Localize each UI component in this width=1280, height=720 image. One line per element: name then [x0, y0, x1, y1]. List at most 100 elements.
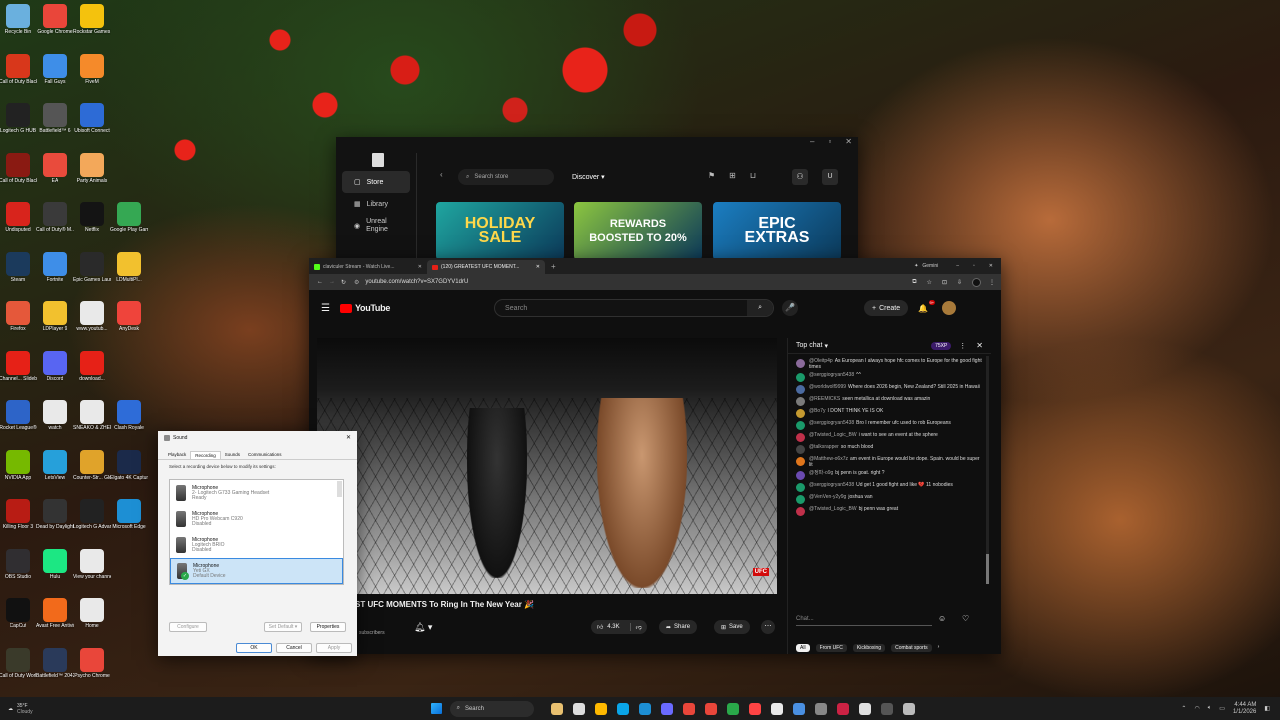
chat-avatar[interactable]	[796, 359, 805, 368]
user-avatar[interactable]: U	[822, 169, 838, 185]
rewards-tile[interactable]: REWARDS BOOSTED TO 20%	[574, 202, 702, 260]
desktop-icon[interactable]: Logitech G HUB	[0, 103, 36, 134]
taskbar-app-icon[interactable]	[836, 702, 849, 715]
desktop-icon[interactable]: Rockstar Games ...	[73, 4, 111, 35]
taskbar-app-icon[interactable]	[792, 702, 805, 715]
desktop-icon[interactable]: Call of Duty World at War	[0, 647, 37, 679]
tab-playback[interactable]: Playback	[164, 451, 190, 459]
extensions-icon[interactable]: ⊡	[942, 279, 947, 286]
desktop-icon[interactable]: watch	[37, 400, 73, 431]
notifications-icon[interactable]: 🔔 9+	[918, 299, 936, 313]
taskbar-app-icon[interactable]	[880, 702, 893, 715]
notify-bell-icon[interactable]: 🔔︎ ▾	[414, 622, 432, 633]
desktop-icon[interactable]: SNEAKO & ZHERKA FI...	[73, 400, 111, 431]
taskbar-app-icon[interactable]	[616, 702, 629, 715]
chevron-right-icon[interactable]: ›	[938, 644, 940, 652]
desktop-icon[interactable]: Home	[74, 598, 110, 629]
desktop-icon[interactable]: Recycle Bin	[0, 4, 36, 35]
desktop-icon[interactable]: Undisputed	[0, 202, 36, 233]
taskbar-app-icon[interactable]	[682, 702, 695, 715]
chat-avatar[interactable]	[796, 471, 805, 480]
chat-author[interactable]: @Bo7y	[809, 408, 825, 414]
desktop-icon[interactable]: Battlefield™ 2042	[36, 647, 74, 679]
taskbar-app-icon[interactable]	[550, 702, 563, 715]
download-icon[interactable]: ⇩	[957, 279, 962, 286]
chat-author[interactable]: @serggiogryan5438	[809, 482, 854, 488]
desktop-icon[interactable]: Discord	[37, 350, 73, 382]
sidebar-item-store[interactable]: ▢ Store	[342, 171, 410, 193]
chip-from-ufc[interactable]: From UFC	[815, 644, 847, 652]
back-icon[interactable]: ←	[317, 279, 323, 285]
tab-recording[interactable]: Recording	[190, 451, 221, 459]
desktop-icon[interactable]: Logitech G Advanced...	[73, 499, 111, 530]
chat-author[interactable]: @VenVen-y2y9g	[809, 494, 846, 500]
epic-extras-tile[interactable]: EPIC EXTRAS	[713, 202, 841, 260]
chat-avatar[interactable]	[796, 373, 805, 382]
chat-menu-icon[interactable]: ⋮	[959, 342, 966, 350]
notification-center-icon[interactable]: ◧	[1264, 705, 1270, 712]
holiday-sale-tile[interactable]: HOLIDAY SALE	[436, 202, 564, 260]
chat-author[interactable]: @worldwolf9999	[809, 384, 846, 390]
profile-avatar[interactable]	[972, 277, 981, 287]
top-chat-dropdown[interactable]: Top chat	[796, 342, 822, 349]
desktop-icon[interactable]: Avast Free Antivirus	[36, 598, 74, 629]
chevron-down-icon[interactable]: ▾	[824, 342, 828, 350]
desktop-icon[interactable]: Epic Games Launcher	[73, 251, 111, 283]
close-tab-icon[interactable]: ✕	[418, 264, 422, 270]
new-tab-icon[interactable]: +	[551, 262, 556, 271]
bookmark-star-icon[interactable]: ☆	[927, 279, 932, 286]
taskbar-search[interactable]: ⌕ Search	[449, 700, 534, 717]
taskbar-app-icon[interactable]	[748, 702, 761, 715]
desktop-icon[interactable]: Call of Duty Black Ops...	[0, 53, 37, 85]
volume-icon[interactable]: 🔈︎	[1208, 705, 1212, 712]
desktop-icon[interactable]: download...	[74, 350, 110, 382]
desktop-icon[interactable]: Killing Floor 3	[0, 499, 36, 530]
set-default-button[interactable]: Set Default ▾	[264, 622, 302, 632]
share-button[interactable]: ➦ Share	[659, 620, 698, 634]
close-icon[interactable]: ✕	[845, 137, 852, 151]
chat-author[interactable]: @Twisted_Logic_BW	[809, 432, 857, 438]
chip-all[interactable]: All	[796, 644, 810, 652]
chevron-up-icon[interactable]: ⌃	[1181, 705, 1186, 712]
configure-button[interactable]: Configure	[169, 622, 207, 632]
desktop-icon[interactable]: CapCut	[0, 598, 36, 629]
heart-icon[interactable]: ♡	[962, 614, 969, 623]
properties-button[interactable]: Properties	[310, 622, 346, 632]
chat-avatar[interactable]	[796, 421, 805, 430]
minimize-icon[interactable]: –	[956, 263, 959, 269]
list-scrollbar[interactable]	[337, 481, 342, 497]
device-row[interactable]: Microphone 2- Logitech G733 Gaming Headse…	[170, 480, 343, 506]
desktop-icon[interactable]: Hulu	[37, 548, 73, 580]
desktop-icon[interactable]: Netflix	[74, 202, 110, 233]
emoji-icon[interactable]: ☺	[938, 614, 946, 623]
tab-communications[interactable]: Communications	[244, 451, 286, 459]
desktop-icon[interactable]: LDMultiPl...	[111, 251, 147, 283]
chat-input[interactable]: Chat...	[796, 612, 932, 626]
xp-badge[interactable]: 75XP	[931, 341, 952, 350]
desktop-icon[interactable]: Elgato 4K Capture...	[110, 449, 148, 481]
taskbar-app-icon[interactable]	[638, 702, 651, 715]
device-row[interactable]: ✓ Microphone Yeti GX Default Device	[170, 558, 343, 584]
desktop-icon[interactable]: LDPlayer 9	[37, 301, 73, 332]
hamburger-menu-icon[interactable]: ☰	[321, 303, 330, 314]
tab-kick[interactable]: claviculer Stream - Watch Live... ✕	[309, 260, 427, 274]
cancel-button[interactable]: Cancel	[276, 643, 312, 653]
account-avatar[interactable]	[942, 301, 957, 315]
desktop-icon[interactable]: Microsoft Edge	[111, 499, 147, 530]
like-button[interactable]: 👍︎ 4.3K 👎︎	[591, 620, 647, 634]
chat-avatar[interactable]	[796, 409, 805, 418]
desktop-icon[interactable]: Fall Guys	[37, 53, 73, 85]
desktop-icon[interactable]: EA	[37, 152, 73, 184]
apply-button[interactable]: Apply	[316, 643, 352, 653]
chat-avatar[interactable]	[796, 433, 805, 442]
chat-author[interactable]: @serggiogryan5438	[809, 420, 854, 426]
discover-menu[interactable]: Discover ▾	[572, 173, 605, 181]
youtube-logo-icon[interactable]	[339, 303, 352, 313]
save-button[interactable]: ⊞ Save	[714, 620, 750, 634]
back-icon[interactable]: ‹	[440, 170, 443, 179]
voice-search-icon[interactable]: 🎤	[782, 300, 799, 316]
site-info-icon[interactable]: ⚙	[354, 279, 359, 286]
more-actions-icon[interactable]: ⋯	[761, 620, 775, 634]
desktop-icon[interactable]: Google Chrome	[37, 4, 73, 35]
chat-avatar[interactable]	[796, 483, 805, 492]
